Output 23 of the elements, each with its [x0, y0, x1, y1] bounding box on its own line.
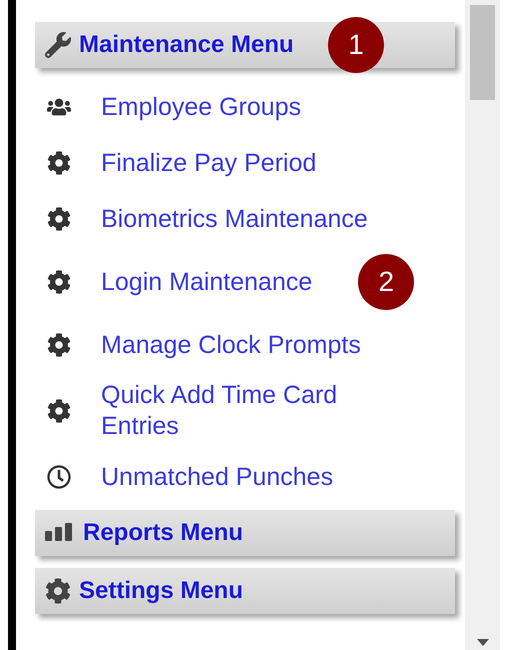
gear-icon: [47, 270, 71, 294]
menu-header[interactable]: Reports Menu: [35, 510, 455, 556]
gear-icon: [47, 207, 71, 231]
callout-badge: 1: [328, 17, 384, 73]
gear-icon: [45, 578, 71, 604]
menu-link[interactable]: Quick Add Time Card Entries: [101, 380, 371, 442]
scrollbar-thumb[interactable]: [470, 5, 495, 100]
menu-header[interactable]: Settings Menu: [35, 568, 455, 614]
gear-icon: [47, 399, 71, 423]
menu-link[interactable]: Unmatched Punches: [101, 462, 334, 492]
clock-icon: [47, 465, 71, 489]
menu-link[interactable]: Finalize Pay Period: [101, 148, 316, 178]
menu-link[interactable]: Login Maintenance: [101, 266, 312, 298]
menu-link[interactable]: Employee Groups: [101, 92, 302, 122]
scrollbar[interactable]: [465, 0, 500, 650]
menu-link[interactable]: Manage Clock Prompts: [101, 330, 361, 360]
menu-link[interactable]: Biometrics Maintenance: [101, 204, 368, 234]
gear-icon: [47, 151, 71, 175]
callout-badge: 2: [358, 254, 414, 310]
wrench-icon: [45, 32, 71, 58]
gear-icon: [47, 333, 71, 357]
scroll-down-arrow-icon[interactable]: [476, 639, 488, 646]
bar-chart-icon: [45, 523, 75, 543]
